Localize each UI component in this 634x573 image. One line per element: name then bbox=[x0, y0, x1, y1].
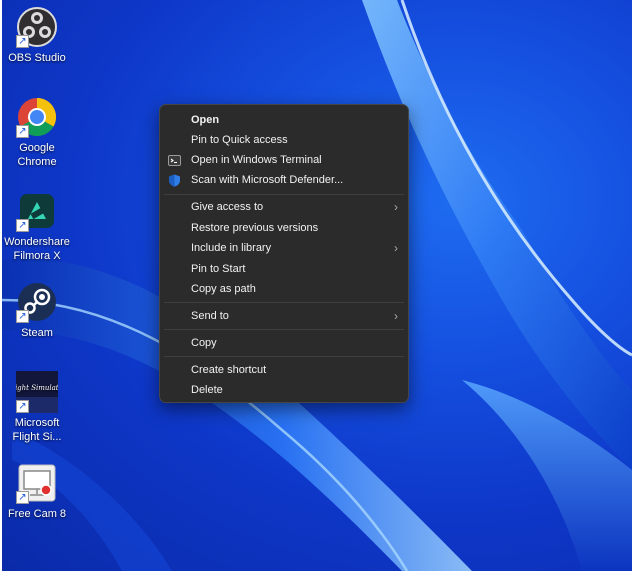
desktop-icon-label: Free Cam 8 bbox=[7, 508, 67, 520]
desktop-icon-flight-simulator[interactable]: Flight Simulator ↗ Microsoft Flight Si..… bbox=[3, 371, 71, 444]
menu-item-label: Restore previous versions bbox=[191, 222, 319, 234]
shortcut-arrow-icon: ↗ bbox=[16, 35, 29, 48]
desktop-icon-steam[interactable]: ↗ Steam bbox=[3, 281, 71, 340]
chevron-right-icon: › bbox=[394, 200, 398, 214]
menu-item-label: Delete bbox=[191, 384, 223, 396]
menu-item-send-to[interactable]: Send to › bbox=[160, 307, 408, 327]
desktop-icon-obs-studio[interactable]: ↗ OBS Studio bbox=[3, 6, 71, 65]
desktop-icon-label: Microsoft Flight Si... bbox=[12, 417, 62, 443]
filmora-icon: ↗ bbox=[16, 190, 58, 232]
desktop-icon-label: Google Chrome bbox=[17, 142, 57, 168]
menu-item-label: Pin to Start bbox=[191, 263, 246, 275]
menu-item-create-shortcut[interactable]: Create shortcut bbox=[160, 361, 408, 381]
menu-item-label: Open bbox=[191, 114, 220, 126]
shortcut-arrow-icon: ↗ bbox=[16, 125, 29, 138]
menu-separator bbox=[164, 302, 404, 303]
desktop-icon-label: Wondershare Filmora X bbox=[4, 236, 70, 262]
desktop-icon-free-cam[interactable]: ↗ Free Cam 8 bbox=[3, 462, 71, 521]
menu-item-give-access-to[interactable]: Give access to › bbox=[160, 198, 408, 218]
menu-item-open-in-windows-terminal[interactable]: Open in Windows Terminal bbox=[160, 151, 408, 171]
shortcut-arrow-icon: ↗ bbox=[16, 400, 29, 413]
menu-item-label: Copy as path bbox=[191, 283, 256, 295]
menu-item-label: Create shortcut bbox=[191, 364, 267, 376]
menu-item-label: Copy bbox=[191, 337, 217, 349]
desktop-icon-google-chrome[interactable]: ↗ Google Chrome bbox=[3, 96, 71, 169]
desktop-icon-label: Steam bbox=[21, 327, 53, 339]
menu-item-label: Scan with Microsoft Defender... bbox=[191, 174, 344, 186]
obs-icon: ↗ bbox=[16, 6, 58, 48]
steam-icon: ↗ bbox=[16, 281, 58, 323]
menu-item-label: Open in Windows Terminal bbox=[191, 154, 322, 166]
free-cam-icon: ↗ bbox=[16, 462, 58, 504]
menu-item-open[interactable]: Open bbox=[160, 111, 408, 131]
menu-separator bbox=[164, 356, 404, 357]
chevron-right-icon: › bbox=[394, 309, 398, 323]
menu-item-pin-to-quick-access[interactable]: Pin to Quick access bbox=[160, 131, 408, 151]
menu-item-restore-previous-versions[interactable]: Restore previous versions bbox=[160, 219, 408, 239]
menu-item-copy[interactable]: Copy bbox=[160, 334, 408, 354]
menu-item-label: Pin to Quick access bbox=[191, 134, 288, 146]
menu-item-delete[interactable]: Delete bbox=[160, 381, 408, 401]
defender-shield-icon bbox=[169, 174, 180, 187]
desktop-icon-filmora[interactable]: ↗ Wondershare Filmora X bbox=[3, 190, 71, 263]
chrome-icon: ↗ bbox=[16, 96, 58, 138]
menu-item-scan-with-defender[interactable]: Scan with Microsoft Defender... bbox=[160, 171, 408, 191]
menu-item-pin-to-start[interactable]: Pin to Start bbox=[160, 260, 408, 280]
desktop-icon-label: OBS Studio bbox=[8, 52, 66, 64]
terminal-icon bbox=[168, 155, 181, 166]
flight-simulator-icon: Flight Simulator ↗ bbox=[7, 371, 67, 413]
shortcut-arrow-icon: ↗ bbox=[16, 219, 29, 232]
context-menu: Open Pin to Quick access Open in Windows… bbox=[159, 104, 409, 403]
menu-item-copy-as-path[interactable]: Copy as path bbox=[160, 280, 408, 300]
shortcut-arrow-icon: ↗ bbox=[16, 310, 29, 323]
menu-separator bbox=[164, 329, 404, 330]
chevron-right-icon: › bbox=[394, 241, 398, 255]
menu-item-label: Give access to bbox=[191, 201, 264, 213]
menu-item-label: Send to bbox=[191, 310, 229, 322]
menu-item-include-in-library[interactable]: Include in library › bbox=[160, 239, 408, 259]
menu-item-label: Include in library bbox=[191, 242, 272, 254]
menu-separator bbox=[164, 194, 404, 195]
flight-logo-text: Flight Simulator bbox=[16, 384, 58, 392]
shortcut-arrow-icon: ↗ bbox=[16, 491, 29, 504]
